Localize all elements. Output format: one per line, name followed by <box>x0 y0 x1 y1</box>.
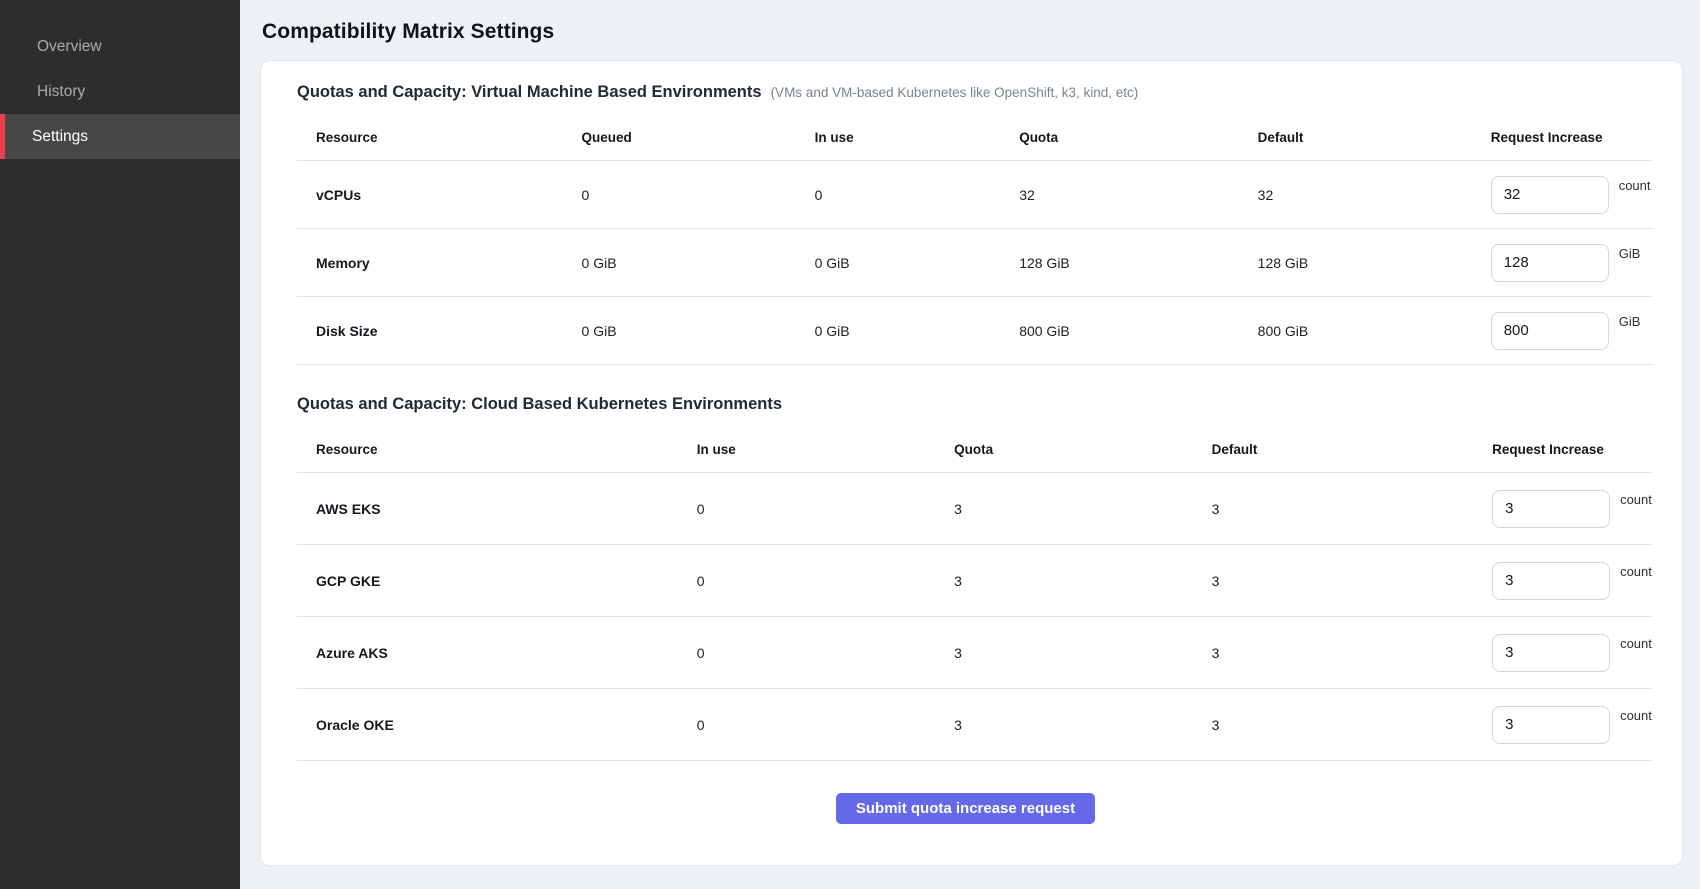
request-increase-cell: GiB <box>1491 312 1652 350</box>
request-increase-cell: count <box>1492 562 1652 600</box>
sidebar-item-label: Settings <box>32 128 88 146</box>
quotas-card: Quotas and Capacity: Virtual Machine Bas… <box>260 60 1683 866</box>
default-cell: 3 <box>1212 717 1492 733</box>
sidebar-item-overview[interactable]: Overview <box>0 24 240 69</box>
sidebar-item-label: History <box>37 83 85 101</box>
in-use-cell: 0 <box>697 573 954 589</box>
request-increase-input[interactable] <box>1491 244 1609 282</box>
quota-cell: 3 <box>954 717 1211 733</box>
vm-table-body: vCPUs 0 0 32 32 count Memory 0 GiB <box>297 161 1652 365</box>
default-cell: 3 <box>1212 645 1492 661</box>
vm-section-subtitle: (VMs and VM-based Kubernetes like OpenSh… <box>771 85 1139 100</box>
resource-name-cell: vCPUs <box>297 187 582 203</box>
table-row: Azure AKS 0 3 3 count <box>297 617 1652 689</box>
column-header-default: Default <box>1212 442 1492 457</box>
table-row: AWS EKS 0 3 3 count <box>297 473 1652 545</box>
table-row: Oracle OKE 0 3 3 count <box>297 689 1652 761</box>
cloud-table-body: AWS EKS 0 3 3 count GCP GKE 0 3 <box>297 473 1652 761</box>
unit-label: count <box>1619 178 1651 193</box>
column-header-in-use: In use <box>815 130 1020 145</box>
request-increase-input[interactable] <box>1492 490 1610 528</box>
vm-quota-table: Resource Queued In use Quota Default Req… <box>297 102 1652 365</box>
in-use-cell: 0 <box>697 501 954 517</box>
table-row: Disk Size 0 GiB 0 GiB 800 GiB 800 GiB Gi… <box>297 297 1652 365</box>
request-increase-cell: GiB <box>1491 244 1652 282</box>
unit-label: count <box>1620 636 1652 651</box>
resource-name-cell: Disk Size <box>297 323 582 339</box>
quota-cell: 32 <box>1019 187 1257 203</box>
request-increase-input[interactable] <box>1492 634 1610 672</box>
column-header-default: Default <box>1258 130 1491 145</box>
vm-section-title: Quotas and Capacity: Virtual Machine Bas… <box>297 83 762 102</box>
unit-label: count <box>1620 708 1652 723</box>
quota-cell: 128 GiB <box>1019 255 1257 271</box>
in-use-cell: 0 <box>815 187 1020 203</box>
default-cell: 128 GiB <box>1258 255 1491 271</box>
queued-cell: 0 GiB <box>582 255 815 271</box>
quota-cell: 3 <box>954 501 1211 517</box>
submit-quota-increase-button[interactable]: Submit quota increase request <box>836 793 1095 824</box>
in-use-cell: 0 <box>697 645 954 661</box>
resource-name-cell: AWS EKS <box>297 501 697 517</box>
in-use-cell: 0 GiB <box>815 255 1020 271</box>
queued-cell: 0 GiB <box>582 323 815 339</box>
cloud-section-title: Quotas and Capacity: Cloud Based Kuberne… <box>297 395 782 414</box>
resource-name-cell: Azure AKS <box>297 645 697 661</box>
unit-label: GiB <box>1619 246 1641 261</box>
unit-label: count <box>1620 564 1652 579</box>
request-increase-input[interactable] <box>1492 562 1610 600</box>
quota-cell: 3 <box>954 645 1211 661</box>
resource-name-cell: Oracle OKE <box>297 717 697 733</box>
column-header-queued: Queued <box>582 130 815 145</box>
sidebar-item-label: Overview <box>37 38 102 56</box>
request-increase-input[interactable] <box>1491 312 1609 350</box>
in-use-cell: 0 <box>697 717 954 733</box>
sidebar: Overview History Settings <box>0 0 240 889</box>
default-cell: 3 <box>1212 501 1492 517</box>
resource-name-cell: GCP GKE <box>297 573 697 589</box>
table-row: Memory 0 GiB 0 GiB 128 GiB 128 GiB GiB <box>297 229 1652 297</box>
vm-table-header-row: Resource Queued In use Quota Default Req… <box>297 102 1652 161</box>
column-header-resource: Resource <box>297 130 582 145</box>
sidebar-item-settings[interactable]: Settings <box>0 114 240 159</box>
quota-cell: 3 <box>954 573 1211 589</box>
column-header-resource: Resource <box>297 442 697 457</box>
vm-section-header: Quotas and Capacity: Virtual Machine Bas… <box>297 83 1652 102</box>
unit-label: GiB <box>1619 314 1641 329</box>
column-header-quota: Quota <box>1019 130 1257 145</box>
main-content: Compatibility Matrix Settings Quotas and… <box>240 0 1700 889</box>
quota-cell: 800 GiB <box>1019 323 1257 339</box>
request-increase-input[interactable] <box>1492 706 1610 744</box>
default-cell: 800 GiB <box>1258 323 1491 339</box>
cloud-quota-table: Resource In use Quota Default Request In… <box>297 414 1652 761</box>
request-increase-cell: count <box>1491 176 1652 214</box>
table-row: GCP GKE 0 3 3 count <box>297 545 1652 617</box>
queued-cell: 0 <box>582 187 815 203</box>
column-header-request-increase: Request Increase <box>1492 442 1652 457</box>
column-header-in-use: In use <box>697 442 954 457</box>
default-cell: 3 <box>1212 573 1492 589</box>
request-increase-input[interactable] <box>1491 176 1609 214</box>
resource-name-cell: Memory <box>297 255 582 271</box>
request-increase-cell: count <box>1492 634 1652 672</box>
column-header-quota: Quota <box>954 442 1211 457</box>
page-title: Compatibility Matrix Settings <box>262 20 1683 44</box>
cloud-section-header: Quotas and Capacity: Cloud Based Kuberne… <box>297 395 1652 414</box>
request-increase-cell: count <box>1492 490 1652 528</box>
sidebar-item-history[interactable]: History <box>0 69 240 114</box>
table-row: vCPUs 0 0 32 32 count <box>297 161 1652 229</box>
column-header-request-increase: Request Increase <box>1491 130 1652 145</box>
unit-label: count <box>1620 492 1652 507</box>
in-use-cell: 0 GiB <box>815 323 1020 339</box>
default-cell: 32 <box>1258 187 1491 203</box>
request-increase-cell: count <box>1492 706 1652 744</box>
submit-button-row: Submit quota increase request <box>279 761 1652 842</box>
cloud-table-header-row: Resource In use Quota Default Request In… <box>297 414 1652 473</box>
